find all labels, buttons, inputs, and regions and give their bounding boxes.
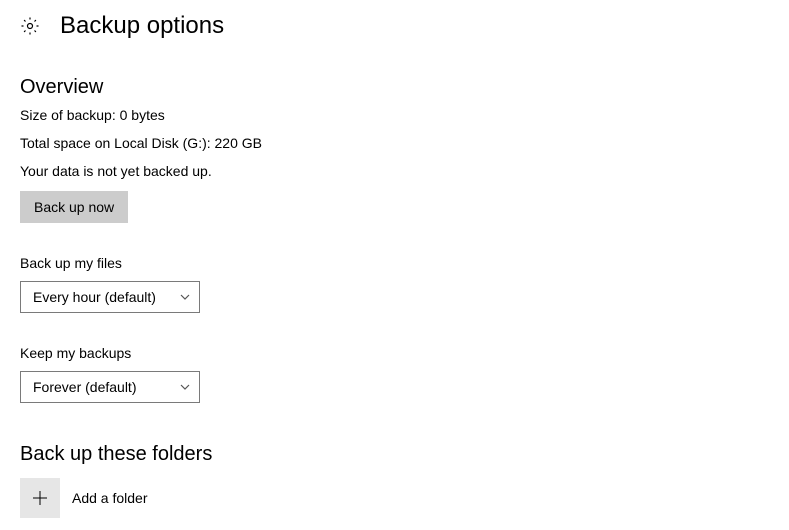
plus-icon (20, 478, 60, 518)
retention-group: Keep my backups Forever (default) (20, 345, 769, 403)
folders-heading: Back up these folders (20, 443, 769, 466)
backup-status-text: Your data is not yet backed up. (20, 163, 769, 179)
retention-select[interactable]: Forever (default) (20, 371, 200, 403)
chevron-down-icon (179, 381, 191, 393)
frequency-select-value: Every hour (default) (33, 289, 156, 305)
page-header: Backup options (20, 12, 769, 40)
retention-label: Keep my backups (20, 345, 769, 361)
page-title: Backup options (60, 12, 224, 40)
add-folder-button[interactable]: Add a folder (20, 478, 769, 518)
backup-size-text: Size of backup: 0 bytes (20, 107, 769, 123)
add-folder-label: Add a folder (72, 490, 148, 506)
frequency-label: Back up my files (20, 255, 769, 271)
total-space-text: Total space on Local Disk (G:): 220 GB (20, 135, 769, 151)
overview-heading: Overview (20, 76, 769, 99)
frequency-select[interactable]: Every hour (default) (20, 281, 200, 313)
gear-icon (20, 16, 40, 36)
backup-now-button[interactable]: Back up now (20, 191, 128, 223)
chevron-down-icon (179, 291, 191, 303)
retention-select-value: Forever (default) (33, 379, 136, 395)
frequency-group: Back up my files Every hour (default) (20, 255, 769, 313)
